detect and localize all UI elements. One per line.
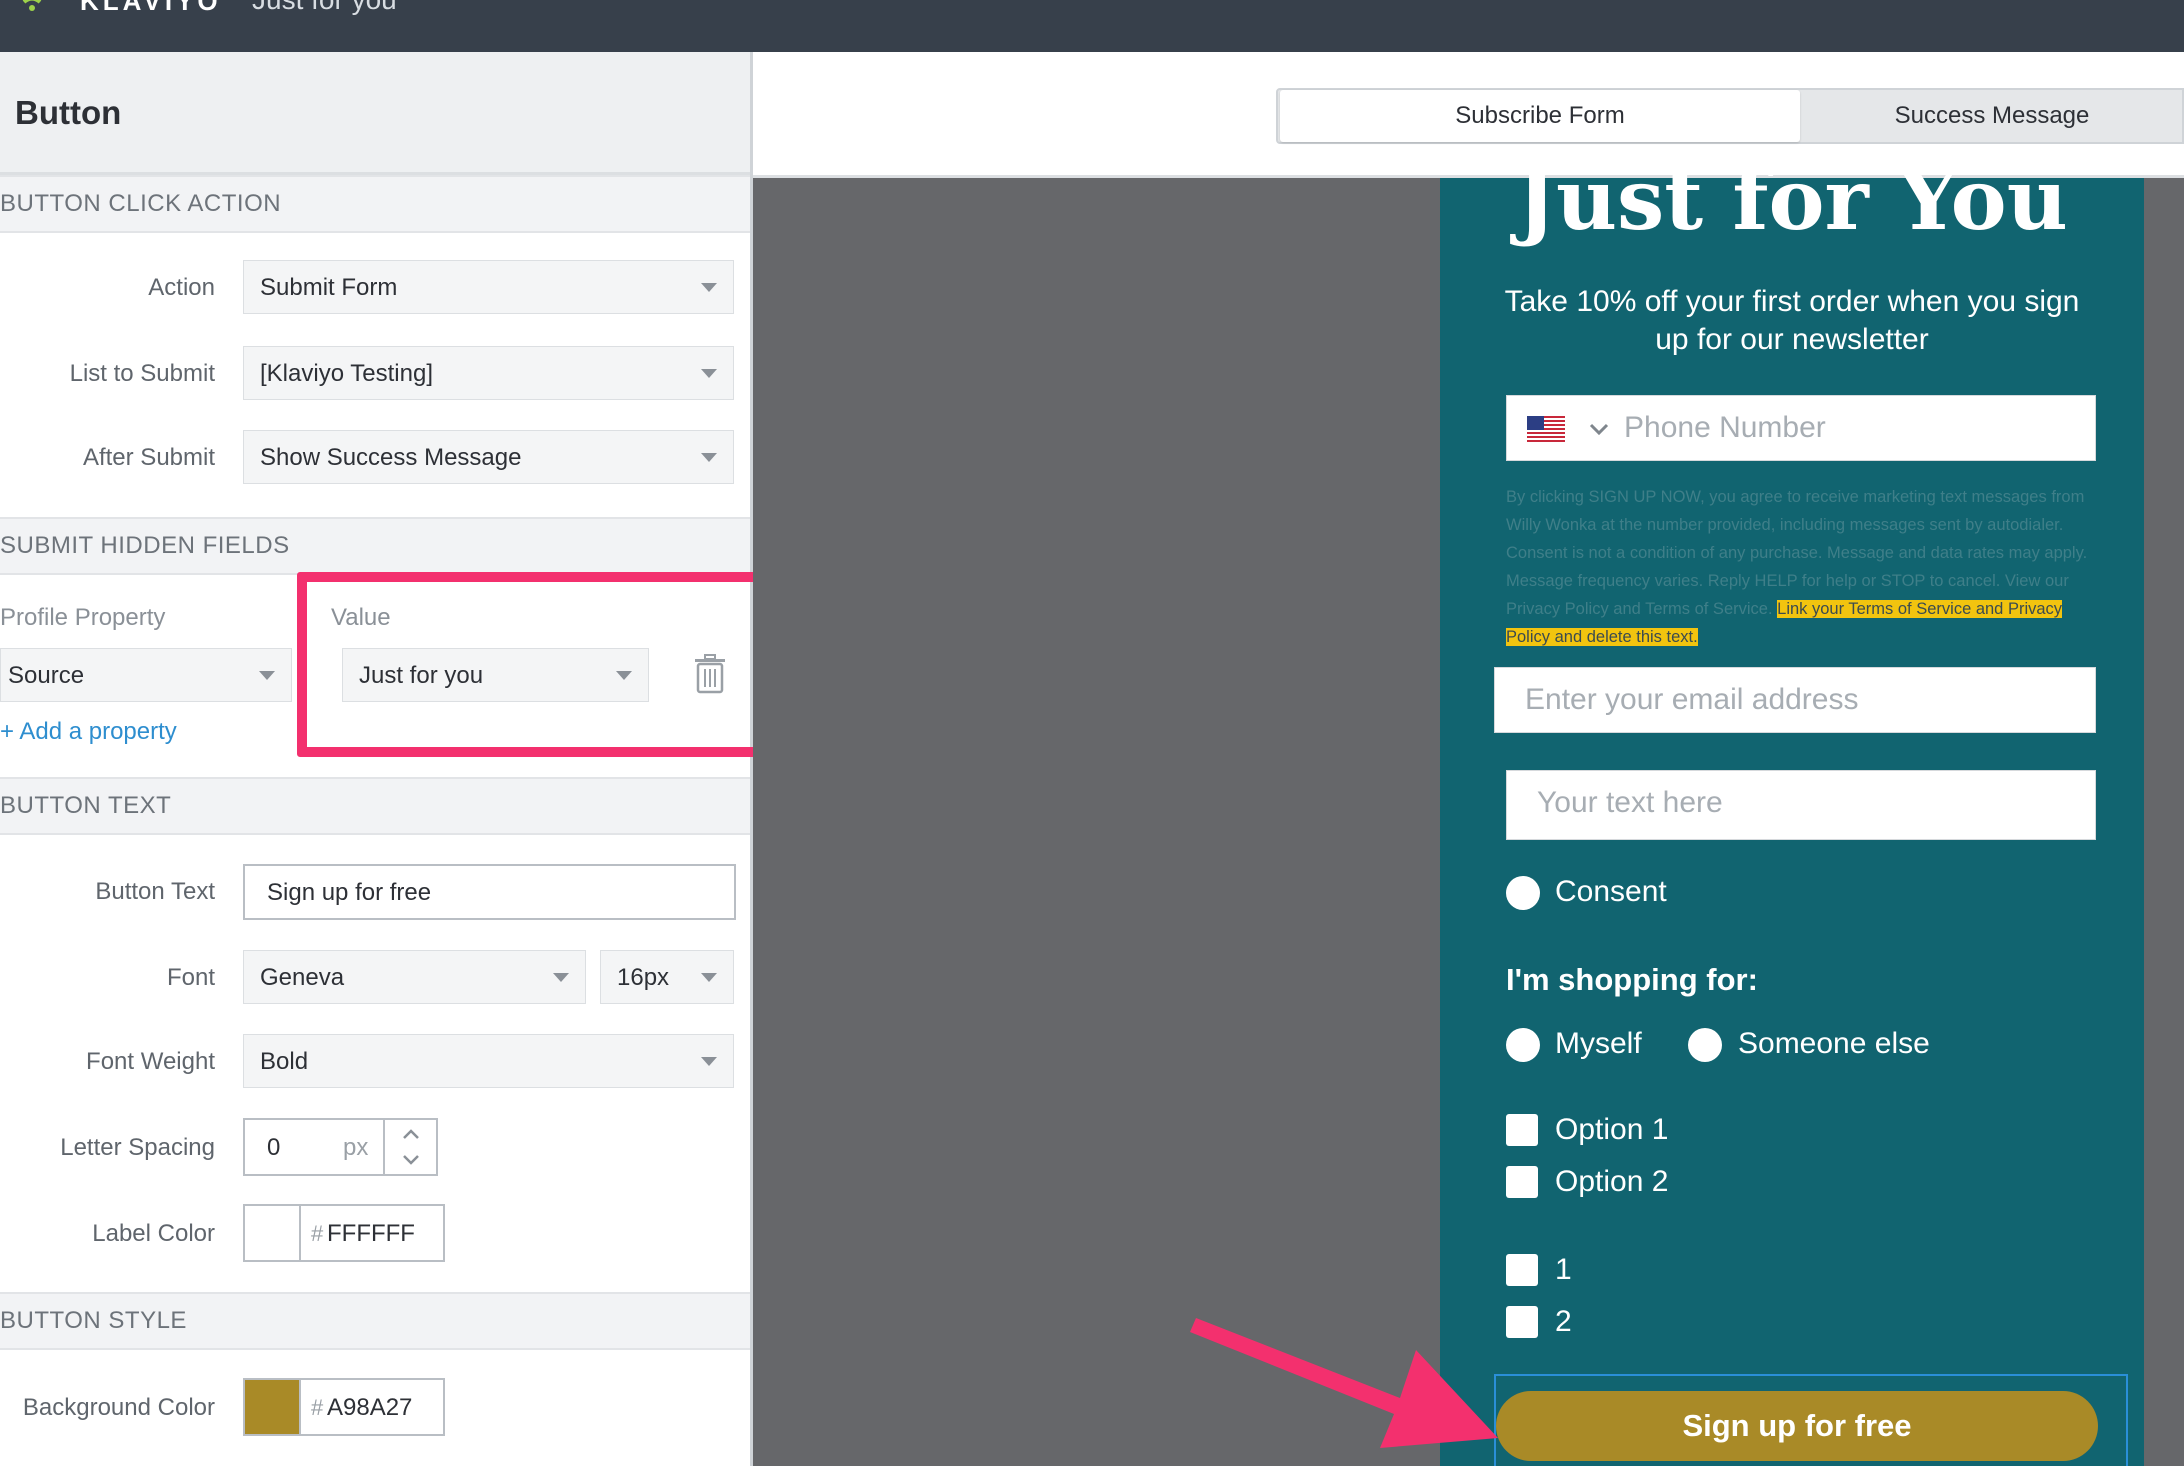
disclaimer-text: By clicking SIGN UP NOW, you agree to re… xyxy=(1506,488,2088,618)
phone-placeholder: Phone Number xyxy=(1624,411,1826,444)
button-text-input[interactable]: Sign up for free xyxy=(243,864,736,920)
profile-property-header: Profile Property xyxy=(0,604,166,631)
label-color-hex: FFFFFF xyxy=(327,1220,415,1247)
chevron-up-down-icon[interactable] xyxy=(385,1120,438,1174)
tab-subscribe-form[interactable]: Subscribe Form xyxy=(1280,90,1800,142)
after-submit-label: After Submit xyxy=(82,444,215,471)
chevron-down-icon xyxy=(701,283,717,292)
sms-disclaimer: By clicking SIGN UP NOW, you agree to re… xyxy=(1506,483,2098,651)
checkbox-option-1[interactable] xyxy=(1506,1114,1538,1146)
radio-someone-else-label: Someone else xyxy=(1738,1027,1930,1060)
checkbox-option-2[interactable] xyxy=(1506,1166,1538,1198)
phone-input[interactable]: Phone Number xyxy=(1506,395,2096,461)
list-to-submit-value: [Klaviyo Testing] xyxy=(260,360,433,387)
chevron-down-icon xyxy=(259,671,275,680)
background-color-hex: A98A27 xyxy=(327,1394,413,1421)
label-color-label: Label Color xyxy=(92,1220,215,1247)
chevron-down-icon xyxy=(701,453,717,462)
email-placeholder: Enter your email address xyxy=(1525,683,1859,716)
brand-name: KLAVIYO xyxy=(80,0,222,16)
profile-property-select[interactable]: Source xyxy=(0,648,292,702)
consent-radio[interactable] xyxy=(1506,876,1540,910)
section-button-click-action: BUTTON CLICK ACTION xyxy=(0,175,750,233)
letter-spacing-unit: px xyxy=(343,1134,369,1161)
after-submit-value: Show Success Message xyxy=(260,444,522,471)
action-select[interactable]: Submit Form xyxy=(243,260,734,314)
font-size-select[interactable]: 16px xyxy=(600,950,734,1004)
list-to-submit-label: List to Submit xyxy=(69,360,215,387)
email-input[interactable]: Enter your email address xyxy=(1494,667,2096,733)
top-bar: KLAVIYO Just for you xyxy=(0,0,2184,52)
section-heading: SUBMIT HIDDEN FIELDS xyxy=(0,532,290,559)
action-label: Action xyxy=(148,274,215,301)
letter-spacing-value: 0 xyxy=(267,1134,281,1161)
chevron-down-icon xyxy=(701,973,717,982)
profile-property-value: Source xyxy=(8,662,85,689)
section-submit-hidden-fields: SUBMIT HIDDEN FIELDS xyxy=(0,517,750,575)
section-heading: BUTTON CLICK ACTION xyxy=(0,190,282,217)
consent-label: Consent xyxy=(1555,875,1667,908)
section-heading: BUTTON STYLE xyxy=(0,1307,187,1334)
chevron-down-icon xyxy=(553,973,569,982)
label-color-input[interactable]: # FFFFFF xyxy=(243,1204,445,1262)
button-text-value: Sign up for free xyxy=(267,879,432,906)
shopping-for-heading: I'm shopping for: xyxy=(1506,962,1758,997)
font-value: Geneva xyxy=(260,964,345,991)
radio-myself[interactable] xyxy=(1506,1028,1540,1062)
background-color-swatch[interactable] xyxy=(245,1380,301,1434)
radio-myself-label: Myself xyxy=(1555,1027,1642,1060)
klaviyo-logo-icon xyxy=(22,0,42,11)
add-property-link[interactable]: + Add a property xyxy=(0,718,177,746)
form-title: Just for You xyxy=(1516,150,2068,249)
font-weight-value: Bold xyxy=(260,1048,309,1075)
panel-title: Button xyxy=(15,94,122,131)
settings-panel: Button BUTTON CLICK ACTION Action Submit… xyxy=(0,52,753,1466)
chevron-down-icon[interactable] xyxy=(1587,418,1611,440)
section-heading: BUTTON TEXT xyxy=(0,792,172,819)
checkbox-1[interactable] xyxy=(1506,1254,1538,1286)
list-to-submit-select[interactable]: [Klaviyo Testing] xyxy=(243,346,734,400)
chevron-down-icon xyxy=(701,1057,717,1066)
button-text-label: Button Text xyxy=(95,878,215,905)
panel-header: Button xyxy=(0,52,750,175)
hash-symbol: # xyxy=(311,1395,324,1420)
checkbox-1-label: 1 xyxy=(1555,1253,1572,1286)
tab-success-message[interactable]: Success Message xyxy=(1800,90,2184,142)
checkbox-2[interactable] xyxy=(1506,1306,1538,1338)
font-weight-select[interactable]: Bold xyxy=(243,1034,734,1088)
section-button-text: BUTTON TEXT xyxy=(0,777,750,835)
background-color-label: Background Color xyxy=(22,1394,215,1421)
form-subtitle: Take 10% off your first order when you s… xyxy=(1504,285,2080,356)
section-button-style: BUTTON STYLE xyxy=(0,1292,750,1350)
font-weight-label: Font Weight xyxy=(86,1048,215,1075)
text-placeholder: Your text here xyxy=(1537,786,1723,819)
font-select[interactable]: Geneva xyxy=(243,950,586,1004)
annotation-highlight-box xyxy=(297,572,785,757)
chevron-down-icon xyxy=(701,369,717,378)
stepper-arrows[interactable] xyxy=(383,1120,438,1174)
letter-spacing-stepper[interactable]: 0 px xyxy=(243,1118,438,1176)
signup-form-preview: Just for You Take 10% off your first ord… xyxy=(1440,150,2144,1466)
us-flag-icon[interactable] xyxy=(1527,416,1565,442)
after-submit-select[interactable]: Show Success Message xyxy=(243,430,734,484)
document-title[interactable]: Just for you xyxy=(252,0,397,16)
font-label: Font xyxy=(166,964,215,991)
checkbox-option-2-label: Option 2 xyxy=(1555,1165,1669,1198)
letter-spacing-label: Letter Spacing xyxy=(60,1134,215,1161)
background-color-input[interactable]: # A98A27 xyxy=(243,1378,445,1436)
font-size-value: 16px xyxy=(617,964,670,991)
radio-someone-else[interactable] xyxy=(1688,1028,1722,1062)
annotation-arrow-icon xyxy=(1190,1318,1498,1448)
checkbox-2-label: 2 xyxy=(1555,1305,1572,1338)
label-color-swatch[interactable] xyxy=(245,1206,301,1260)
sign-up-button[interactable]: Sign up for free xyxy=(1496,1391,2098,1461)
action-value: Submit Form xyxy=(260,274,398,301)
text-input[interactable]: Your text here xyxy=(1506,770,2096,840)
hash-symbol: # xyxy=(311,1221,324,1246)
checkbox-option-1-label: Option 1 xyxy=(1555,1113,1669,1146)
view-tabs: Subscribe Form Success Message xyxy=(1276,88,2184,144)
